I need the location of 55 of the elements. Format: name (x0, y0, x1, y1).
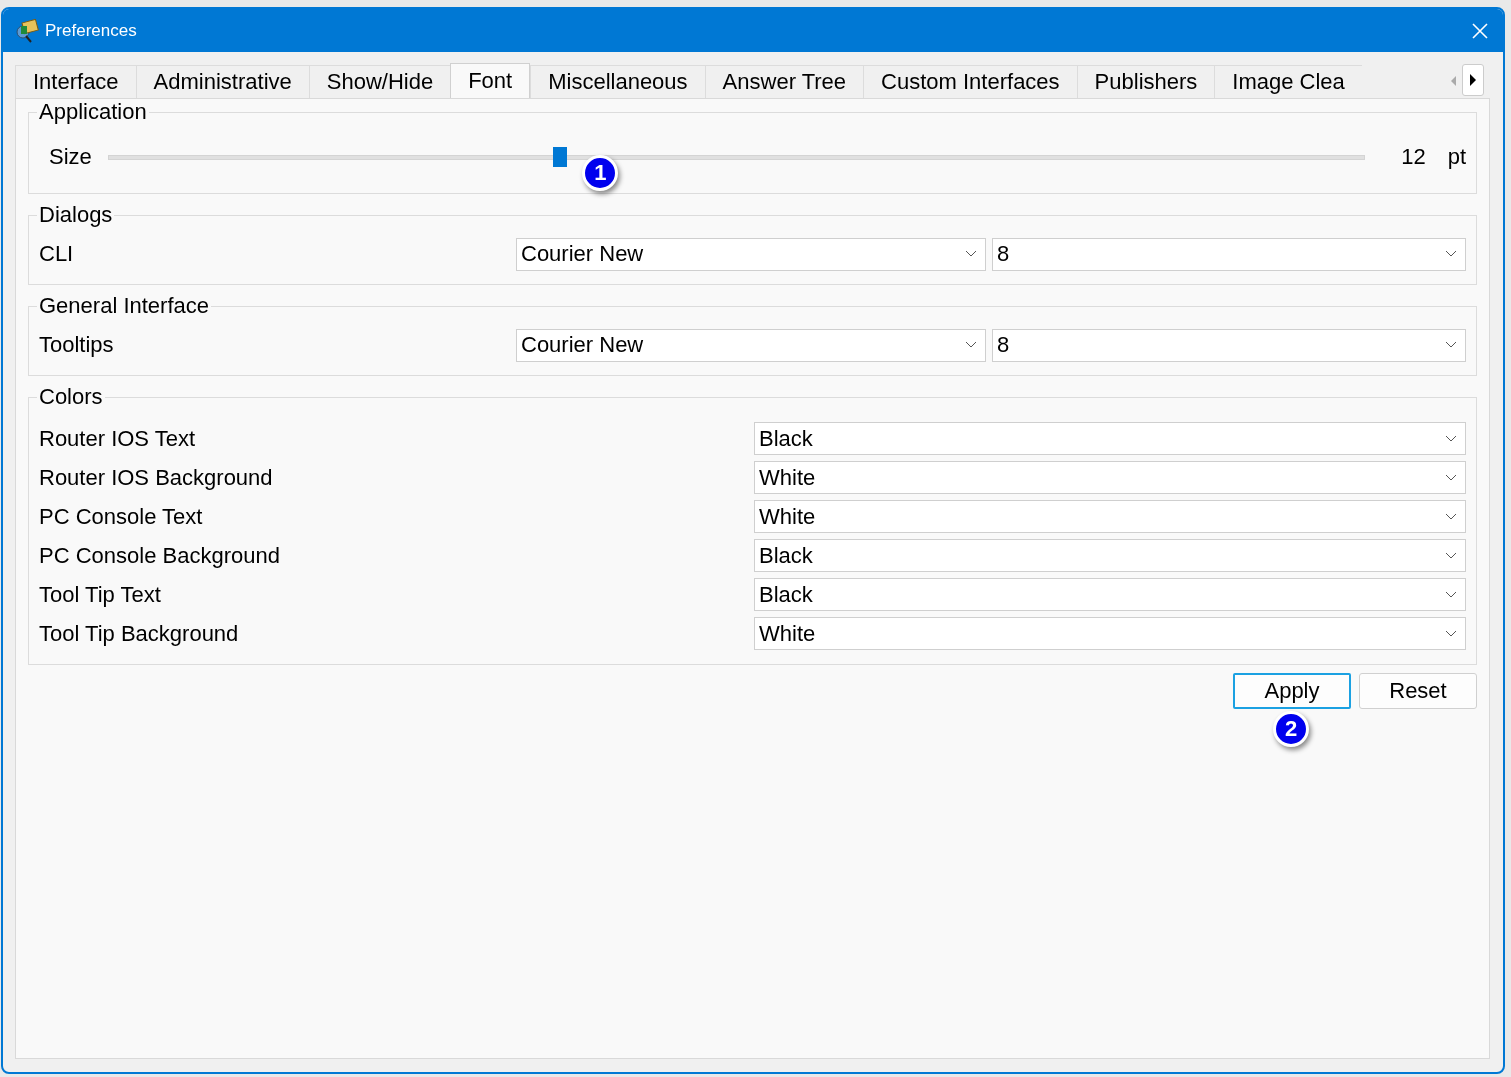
tab[interactable]: Image Clea (1214, 65, 1362, 98)
size-dropdown[interactable]: 8 (992, 328, 1466, 362)
size-dropdown[interactable]: 8 (992, 237, 1466, 271)
callout-badge: 1 (582, 155, 619, 191)
chevron-down-icon (1445, 512, 1457, 521)
chevron-down-icon (1445, 250, 1457, 258)
tab[interactable]: Answer Tree (704, 65, 864, 98)
chevron-down-icon (1445, 551, 1457, 560)
tab[interactable]: Publishers (1076, 65, 1215, 98)
setting-label: CLI (39, 241, 75, 267)
setting-label: Tool Tip Text (39, 581, 162, 608)
scroll-right-button[interactable] (1462, 64, 1484, 96)
font-dropdown[interactable]: Courier New (516, 237, 986, 271)
group-title: Colors (38, 384, 104, 410)
window-title: Preferences (45, 20, 138, 41)
chevron-down-icon (965, 250, 977, 258)
setting-label: Tooltips (39, 332, 115, 358)
color-dropdown[interactable]: Black (754, 578, 1466, 611)
tab[interactable]: Font (450, 63, 531, 98)
size-unit: pt (1447, 144, 1466, 170)
chevron-down-icon (1445, 341, 1457, 349)
chevron-down-icon (1445, 629, 1457, 638)
tab[interactable]: Administrative (135, 65, 309, 98)
setting-label: PC Console Text (39, 503, 204, 530)
group-title: Application (38, 99, 148, 125)
size-slider[interactable] (107, 147, 1366, 167)
chevron-down-icon (1445, 590, 1457, 599)
size-label: Size (49, 144, 92, 170)
tab[interactable]: Show/Hide (308, 65, 451, 98)
chevron-down-icon (1445, 473, 1457, 482)
setting-label: Router IOS Text (39, 425, 197, 452)
chevron-down-icon (1445, 434, 1457, 443)
triangle-right-icon (1467, 72, 1479, 88)
color-dropdown[interactable]: Black (754, 422, 1466, 455)
color-dropdown[interactable]: White (754, 500, 1466, 533)
chevron-down-icon (965, 341, 977, 349)
envelope-magnifier-icon (15, 18, 39, 43)
action-button[interactable]: Apply (1233, 673, 1351, 709)
color-dropdown[interactable]: White (754, 617, 1466, 650)
size-value: 12 (1401, 144, 1426, 170)
setting-label: Router IOS Background (39, 464, 274, 491)
tab[interactable]: Miscellaneous (530, 65, 705, 98)
action-button[interactable]: Reset (1359, 673, 1477, 709)
slider-thumb[interactable] (553, 147, 568, 167)
tab[interactable]: Interface (15, 65, 136, 98)
font-dropdown[interactable]: Courier New (516, 328, 986, 362)
color-dropdown[interactable]: White (754, 461, 1466, 494)
setting-label: Tool Tip Background (39, 620, 240, 647)
color-dropdown[interactable]: Black (754, 539, 1466, 572)
close-icon[interactable] (1471, 21, 1489, 40)
callout-badge: 2 (1273, 711, 1309, 747)
group-title: Dialogs (38, 202, 114, 228)
tab[interactable]: Custom Interfaces (863, 65, 1077, 98)
setting-label: PC Console Background (39, 542, 281, 569)
group-title: General Interface (38, 293, 210, 319)
